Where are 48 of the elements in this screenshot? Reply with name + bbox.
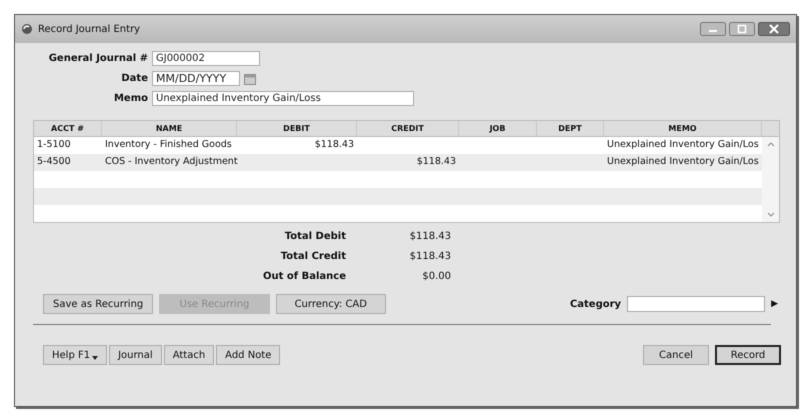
total-label: Out of Balance (262, 271, 346, 282)
scroll-up-icon[interactable] (766, 142, 774, 147)
table-cell: $118.43 (416, 156, 456, 167)
column-header[interactable]: DEBIT (237, 121, 357, 136)
calendar-icon[interactable] (244, 72, 256, 84)
caret-icon (92, 356, 98, 360)
column-header[interactable]: MEMO (604, 121, 762, 136)
total-value: $0.00 (421, 271, 451, 282)
total-value: $118.43 (408, 231, 451, 242)
action-button[interactable]: Currency: CAD (276, 294, 386, 314)
column-header[interactable]: NAME (102, 121, 237, 136)
field-label: Memo (112, 93, 148, 104)
dialog-button[interactable]: Record (715, 345, 781, 365)
scroll-bar[interactable] (762, 137, 779, 222)
scroll-down-icon[interactable] (766, 212, 774, 217)
column-header[interactable]: DEPT (537, 121, 604, 136)
close-icon[interactable] (758, 22, 790, 36)
action-button[interactable]: Save as Recurring (43, 294, 154, 314)
toolbar-button[interactable]: Help F1 (43, 345, 108, 365)
table-cell: Unexplained Inventory Gain/Los (607, 139, 759, 150)
input-field[interactable]: GJ000002 (152, 51, 260, 66)
field-label: General Journal # (48, 53, 148, 64)
category-field[interactable] (627, 296, 766, 312)
column-header[interactable]: ACCT # (34, 121, 102, 136)
dialog-button[interactable]: Cancel (643, 345, 709, 365)
column-header[interactable]: CREDIT (357, 121, 459, 136)
total-value: $118.43 (408, 251, 451, 262)
input-field[interactable]: MM/DD/YYYY (152, 71, 240, 86)
table-cell: Unexplained Inventory Gain/Los (607, 156, 759, 167)
toolbar-button[interactable]: Attach (164, 345, 214, 365)
toolbar-button[interactable]: Add Note (216, 345, 280, 365)
table-cell: 1-5100 (37, 139, 71, 150)
arrow-button[interactable]: ▶ (771, 299, 778, 309)
minimize-icon[interactable] (700, 22, 726, 36)
input-field[interactable]: Unexplained Inventory Gain/Loss (152, 91, 414, 106)
window-title: Record Journal Entry (38, 24, 142, 34)
table-cell: COS - Inventory Adjustment (105, 156, 238, 167)
table-cell: Inventory - Finished Goods (105, 139, 232, 150)
table-cell: $118.43 (314, 139, 354, 150)
toolbar-button[interactable]: Journal (109, 345, 162, 365)
category-label: Category (570, 298, 622, 310)
column-header[interactable]: JOB (459, 121, 537, 136)
field-label: Date (120, 73, 148, 84)
app-icon (21, 23, 33, 35)
maximize-icon[interactable] (729, 22, 755, 36)
table-cell: 5-4500 (37, 156, 71, 167)
total-label: Total Debit (284, 231, 346, 242)
total-label: Total Credit (280, 251, 346, 262)
